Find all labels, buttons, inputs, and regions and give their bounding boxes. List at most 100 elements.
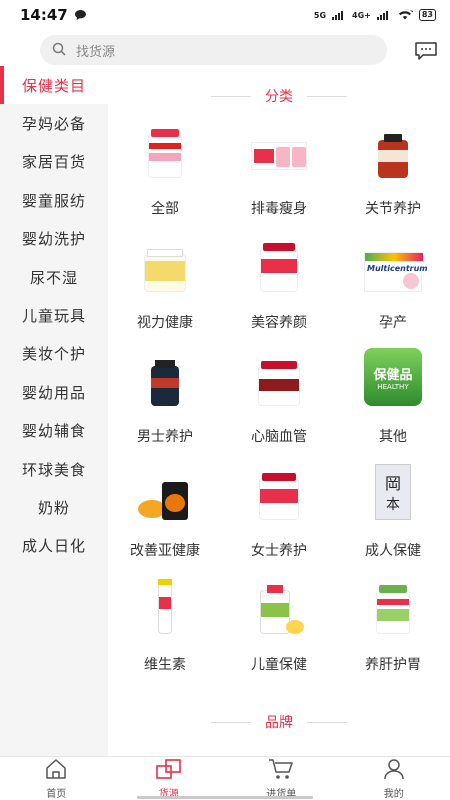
category-all[interactable]: 全部 xyxy=(108,122,222,236)
category-label: 男士养护 xyxy=(137,429,193,445)
product-image xyxy=(248,350,310,406)
category-cardio[interactable]: 心脑血管 xyxy=(222,350,336,464)
category-label: 成人保健 xyxy=(365,543,421,559)
sidebar-item-label: 婴童服纺 xyxy=(21,191,86,210)
nav-home[interactable]: 首页 xyxy=(0,757,113,800)
product-image: 岡 本 xyxy=(362,464,424,520)
sidebar-item-label: 奶粉 xyxy=(37,498,70,517)
message-button[interactable] xyxy=(414,41,438,61)
home-indicator xyxy=(137,796,313,799)
sidebar-item-label: 儿童玩具 xyxy=(21,307,86,326)
sidebar-item-beauty[interactable]: 美妆个护 xyxy=(0,335,108,373)
sidebar-item-baby-food[interactable]: 婴幼辅食 xyxy=(0,412,108,450)
product-image xyxy=(248,578,310,634)
category-vision[interactable]: 视力健康 xyxy=(108,236,222,350)
search-icon xyxy=(52,41,66,60)
category-label: 心脑血管 xyxy=(251,429,307,445)
nav-profile[interactable]: 我的 xyxy=(338,757,450,800)
category-grid: 全部 排毒瘦身 关节养护 视力健康 美容养颜 Multicentrum 孕产 男… xyxy=(108,122,450,692)
product-image xyxy=(248,464,310,520)
divider xyxy=(211,95,251,97)
sidebar-item-label: 环球美食 xyxy=(21,460,86,479)
category-kids-health[interactable]: 儿童保健 xyxy=(222,578,336,692)
category-label: 排毒瘦身 xyxy=(251,201,307,217)
category-joint-care[interactable]: 关节养护 xyxy=(336,122,450,236)
category-vitamins[interactable]: 维生素 xyxy=(108,578,222,692)
supply-icon xyxy=(155,758,183,784)
product-image: 保健品 HEALTHY xyxy=(362,348,424,406)
nav-label: 首页 xyxy=(46,788,67,800)
category-label: 维生素 xyxy=(144,657,186,673)
category-sidebar: 保健类目 孕妈必备 家居百货 婴童服纺 婴幼洗护 尿不湿 儿童玩具 美妆个护 婴… xyxy=(0,66,108,756)
sidebar-item-milk-powder[interactable]: 奶粉 xyxy=(0,488,108,526)
network2-label: 4G+ xyxy=(352,10,371,20)
chat-notification-icon xyxy=(74,6,87,25)
category-label: 养肝护胃 xyxy=(365,657,421,673)
sidebar-item-label: 孕妈必备 xyxy=(21,115,86,134)
adult-box-text-1: 岡 xyxy=(384,474,401,493)
category-section-title: 分类 xyxy=(108,86,450,106)
sidebar-item-label: 婴幼洗护 xyxy=(21,230,86,249)
adult-box-text-2: 本 xyxy=(386,497,400,513)
sidebar-item-toys[interactable]: 儿童玩具 xyxy=(0,296,108,334)
health-badge-sub: HEALTHY xyxy=(377,382,409,391)
search-header: 找货源 xyxy=(0,32,450,68)
status-bar: 14:47 5G 4G+ 83 xyxy=(0,0,450,30)
brand-section-title: 品牌 xyxy=(108,712,450,732)
sidebar-item-diapers[interactable]: 尿不湿 xyxy=(0,258,108,296)
product-image: Multicentrum xyxy=(362,236,428,292)
status-time: 14:47 xyxy=(20,6,68,24)
category-women-care[interactable]: 女士养护 xyxy=(222,464,336,578)
product-image xyxy=(248,122,310,178)
sidebar-item-label: 家居百货 xyxy=(21,153,86,172)
product-image xyxy=(362,122,424,178)
category-liver-care[interactable]: 养肝护胃 xyxy=(336,578,450,692)
category-detox[interactable]: 排毒瘦身 xyxy=(222,122,336,236)
sidebar-item-global-food[interactable]: 环球美食 xyxy=(0,450,108,488)
brand-title-text: 品牌 xyxy=(265,715,293,731)
nav-label: 我的 xyxy=(383,788,404,800)
category-men-care[interactable]: 男士养护 xyxy=(108,350,222,464)
sidebar-item-baby-supplies[interactable]: 婴幼用品 xyxy=(0,373,108,411)
sidebar-item-label: 婴幼辅食 xyxy=(21,422,86,441)
product-image xyxy=(134,350,196,406)
user-icon xyxy=(383,758,405,784)
category-label: 关节养护 xyxy=(365,201,421,217)
product-image xyxy=(248,236,310,292)
product-image xyxy=(134,122,196,178)
search-placeholder: 找货源 xyxy=(76,44,116,60)
sidebar-item-baby-wash[interactable]: 婴幼洗护 xyxy=(0,220,108,258)
sidebar-item-household[interactable]: 家居百货 xyxy=(0,143,108,181)
sidebar-item-maternity[interactable]: 孕妈必备 xyxy=(0,104,108,142)
category-other[interactable]: 保健品 HEALTHY 其他 xyxy=(336,348,450,464)
category-adult-care[interactable]: 岡 本 成人保健 xyxy=(336,464,450,578)
category-label: 女士养护 xyxy=(251,543,307,559)
category-label: 改善亚健康 xyxy=(130,543,200,559)
category-label: 美容养颜 xyxy=(251,315,307,331)
divider xyxy=(307,95,347,97)
category-sub-health[interactable]: 改善亚健康 xyxy=(108,464,222,578)
sidebar-item-label: 成人日化 xyxy=(21,537,86,556)
sidebar-item-health[interactable]: 保健类目 xyxy=(0,66,108,105)
sidebar-item-label: 保健类目 xyxy=(21,76,86,95)
signal-icon xyxy=(332,9,346,22)
category-label: 儿童保健 xyxy=(251,657,307,673)
nav-cart[interactable]: 进货单 xyxy=(225,757,338,800)
nav-supply[interactable]: 货源 xyxy=(113,757,226,800)
message-icon xyxy=(414,42,438,65)
product-image xyxy=(134,236,196,292)
category-pregnancy[interactable]: Multicentrum 孕产 xyxy=(336,236,450,350)
health-badge-text: 保健品 xyxy=(373,367,413,383)
category-label: 其他 xyxy=(379,429,407,445)
category-label: 全部 xyxy=(151,201,179,217)
sidebar-item-adult-daily[interactable]: 成人日化 xyxy=(0,527,108,565)
search-input[interactable]: 找货源 xyxy=(40,35,387,65)
sidebar-item-label: 婴幼用品 xyxy=(21,383,86,402)
bottom-nav: 首页 货源 进货单 我的 xyxy=(0,756,450,800)
sidebar-item-baby-clothing[interactable]: 婴童服纺 xyxy=(0,181,108,219)
divider xyxy=(211,721,251,723)
product-image xyxy=(362,578,424,634)
battery-indicator: 83 xyxy=(418,9,436,21)
category-beauty[interactable]: 美容养颜 xyxy=(222,236,336,350)
cart-icon xyxy=(268,758,294,784)
